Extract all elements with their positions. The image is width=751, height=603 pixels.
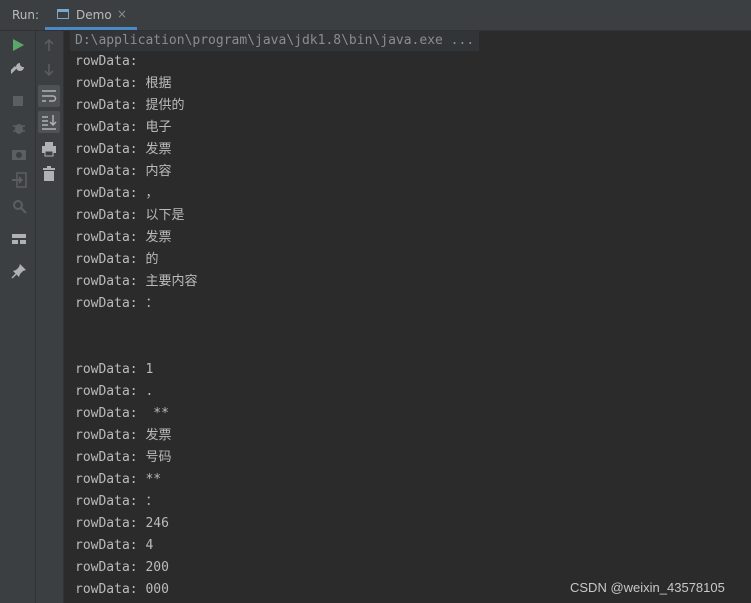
pin-icon[interactable]: [11, 263, 27, 279]
console-line: rowData: 1: [75, 362, 154, 377]
console-line: rowData: 电子: [75, 120, 172, 135]
window-icon: [57, 9, 69, 19]
print-icon[interactable]: [41, 141, 57, 157]
console-output[interactable]: D:\application\program\java\jdk1.8\bin\j…: [64, 31, 751, 603]
tab-demo[interactable]: Demo ×: [45, 0, 137, 30]
settings-search-icon[interactable]: [11, 198, 27, 214]
console-line: rowData: 的: [75, 252, 159, 267]
command-line: D:\application\program\java\jdk1.8\bin\j…: [70, 31, 480, 51]
run-tool-window-header: Run: Demo ×: [0, 0, 751, 31]
trash-icon[interactable]: [42, 166, 56, 182]
run-icon[interactable]: [11, 38, 25, 52]
soft-wrap-icon[interactable]: [38, 85, 60, 107]
console-line: rowData: 000: [75, 582, 169, 597]
console-line: rowData: 根据: [75, 76, 172, 91]
console-line: rowData: **: [75, 472, 162, 487]
run-actions-toolbar: [0, 31, 36, 603]
tab-label: Demo: [76, 8, 112, 22]
watermark: CSDN @weixin_43578105: [570, 580, 725, 595]
console-line: rowData: 4: [75, 538, 154, 553]
run-label: Run:: [12, 8, 40, 22]
console-line: rowData: 发票: [75, 142, 172, 157]
console-line: rowData: ，: [75, 186, 159, 201]
console-line: rowData: 内容: [75, 164, 172, 179]
console-line: rowData: 发票: [75, 428, 172, 443]
console-line: rowData: 200: [75, 560, 169, 575]
console-line: rowData: .: [75, 384, 154, 399]
console-line: rowData: 发票: [75, 230, 172, 245]
layout-icon[interactable]: [11, 232, 27, 246]
console-line: rowData: 246: [75, 516, 169, 531]
login-icon[interactable]: [11, 172, 27, 188]
console-line: rowData: ：: [75, 494, 159, 509]
console-line: rowData: 以下是: [75, 208, 185, 223]
debug-icon[interactable]: [11, 120, 27, 136]
camera-icon[interactable]: [11, 147, 27, 161]
console-line: rowData: 提供的: [75, 98, 185, 113]
wrench-icon[interactable]: [11, 62, 25, 76]
scroll-to-end-icon[interactable]: [38, 111, 60, 133]
stop-icon[interactable]: [13, 96, 23, 106]
console-line: rowData:: [75, 54, 138, 69]
console-line: rowData: ：: [75, 296, 159, 311]
arrow-up-icon[interactable]: [43, 38, 55, 52]
console-line: rowData: 主要内容: [75, 274, 198, 289]
console-line: rowData: **: [75, 406, 169, 421]
console-actions-toolbar: [36, 31, 64, 603]
console-line: rowData: 号码: [75, 450, 172, 465]
arrow-down-icon[interactable]: [43, 63, 55, 77]
close-icon[interactable]: ×: [117, 7, 127, 21]
